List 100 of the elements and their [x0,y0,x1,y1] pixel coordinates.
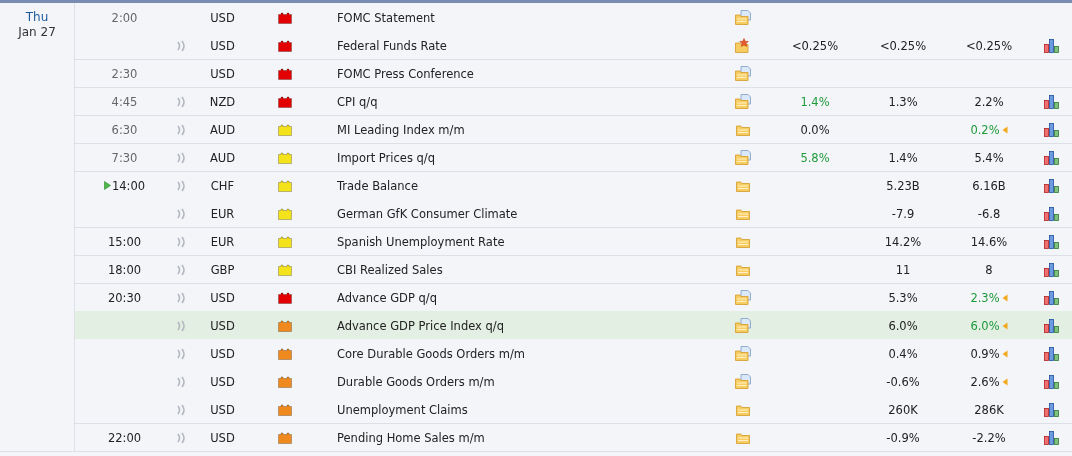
currency-code: USD [210,402,235,417]
sound-icon[interactable] [176,235,186,248]
folder-icon[interactable] [735,179,750,192]
event-row[interactable]: 4:45 NZD CPI q/q 1.4% 1.3% 2.2% [75,87,1072,115]
event-name[interactable]: Unemployment Claims [337,402,468,417]
folder-document-icon[interactable] [734,10,751,25]
event-time: 22:00 [107,430,142,445]
event-name[interactable]: Spanish Unemployment Rate [337,234,505,249]
event-name[interactable]: FOMC Press Conference [337,66,474,81]
chart-icon[interactable] [1044,430,1060,445]
event-name[interactable]: CBI Realized Sales [337,262,443,277]
event-row[interactable]: 14:00 CHF Trade Balance 5.23B 6.16B [75,171,1072,199]
event-time: 6:30 [111,122,138,137]
chart-icon[interactable] [1044,290,1060,305]
currency-code: USD [210,66,235,81]
sound-icon[interactable] [176,179,186,192]
event-row[interactable]: EUR German GfK Consumer Climate -7.9 -6.8 [75,199,1072,227]
currency-code: GBP [210,262,235,277]
forecast-value: 5.23B [886,178,920,193]
folder-icon[interactable] [735,263,750,276]
sound-icon[interactable] [176,151,186,164]
event-time: 2:00 [111,10,138,25]
event-row[interactable]: 22:00 USD Pending Home Sales m/m -0.9% -2.2% [75,423,1072,451]
chart-icon[interactable] [1044,150,1060,165]
currency-code: AUD [209,122,236,137]
event-name[interactable]: Durable Goods Orders m/m [337,374,495,389]
chart-icon[interactable] [1044,318,1060,333]
folder-star-icon[interactable] [734,38,751,53]
event-name[interactable]: German GfK Consumer Climate [337,206,518,221]
currency-code: USD [210,38,235,53]
chart-icon[interactable] [1044,262,1060,277]
event-time: 18:00 [107,262,142,277]
event-name[interactable]: Advance GDP Price Index q/q [337,318,504,333]
event-row[interactable]: 18:00 GBP CBI Realized Sales 11 8 [75,255,1072,283]
forecast-value: 0.4% [888,346,918,361]
chart-icon[interactable] [1044,402,1060,417]
sound-icon[interactable] [176,95,186,108]
folder-icon[interactable] [735,403,750,416]
event-name[interactable]: Core Durable Goods Orders m/m [337,346,525,361]
folder-document-icon[interactable] [734,374,751,389]
event-row[interactable]: 6:30 AUD MI Leading Index m/m 0.0% 0.2% [75,115,1072,143]
chart-icon[interactable] [1044,122,1060,137]
sound-icon[interactable] [176,375,186,388]
sound-icon[interactable] [176,263,186,276]
event-row[interactable]: USD Federal Funds Rate <0.25% <0.25% <0.25% [75,31,1072,59]
chart-icon[interactable] [1044,206,1060,221]
folder-document-icon[interactable] [734,318,751,333]
sound-icon[interactable] [176,403,186,416]
event-name[interactable]: Trade Balance [337,178,418,193]
event-time: 15:00 [107,234,142,249]
sound-icon[interactable] [176,207,186,220]
sound-icon[interactable] [176,347,186,360]
event-row[interactable]: 7:30 AUD Import Prices q/q 5.8% 1.4% 5.4% [75,143,1072,171]
event-name[interactable]: CPI q/q [337,94,378,109]
folder-document-icon[interactable] [734,150,751,165]
chart-icon[interactable] [1044,374,1060,389]
event-row[interactable]: USD Advance GDP Price Index q/q 6.0% 6.0% [75,311,1072,339]
folder-icon[interactable] [735,431,750,444]
folder-icon[interactable] [735,123,750,136]
sound-icon[interactable] [176,291,186,304]
forecast-value: 1.3% [888,94,918,109]
event-time: 4:45 [111,94,138,109]
sound-icon[interactable] [176,431,186,444]
previous-value: 14.6% [970,234,1008,249]
forecast-value: 6.0% [888,318,918,333]
sound-icon[interactable] [176,319,186,332]
event-name[interactable]: Import Prices q/q [337,150,435,165]
event-name[interactable]: Advance GDP q/q [337,290,437,305]
forecast-value: -0.6% [886,374,920,389]
folder-document-icon[interactable] [734,346,751,361]
chart-icon[interactable] [1044,234,1060,249]
chart-icon[interactable] [1044,178,1060,193]
event-name[interactable]: FOMC Statement [337,10,435,25]
event-name[interactable]: Federal Funds Rate [337,38,447,53]
chart-icon[interactable] [1044,94,1060,109]
event-name[interactable]: MI Leading Index m/m [337,122,465,137]
chart-icon[interactable] [1044,346,1060,361]
event-row[interactable]: 2:30 USD FOMC Press Conference [75,59,1072,87]
previous-value: 2.2% [974,94,1004,109]
sound-icon[interactable] [176,123,186,136]
forecast-value: 14.2% [884,234,922,249]
chart-icon[interactable] [1044,38,1060,53]
sound-icon[interactable] [176,39,186,52]
event-row[interactable]: 15:00 EUR Spanish Unemployment Rate 14.2% 14.6% [75,227,1072,255]
actual-value: 1.4% [800,94,830,109]
folder-document-icon[interactable] [734,290,751,305]
event-row[interactable]: 2:00 USD FOMC Statement [75,3,1072,31]
weekday-label: Thu [25,11,49,23]
event-name[interactable]: Pending Home Sales m/m [337,430,485,445]
previous-value: 2.3% [970,290,1000,305]
forecast-value: <0.25% [879,38,927,53]
event-row[interactable]: USD Unemployment Claims 260K 286K [75,395,1072,423]
folder-icon[interactable] [735,207,750,220]
previous-value: 5.4% [974,150,1004,165]
event-row[interactable]: USD Durable Goods Orders m/m -0.6% 2.6% [75,367,1072,395]
folder-document-icon[interactable] [734,94,751,109]
previous-value: <0.25% [965,38,1013,53]
folder-icon[interactable] [735,235,750,248]
folder-document-icon[interactable] [734,66,751,81]
event-row[interactable]: USD Core Durable Goods Orders m/m 0.4% 0.9% [75,339,1072,367]
